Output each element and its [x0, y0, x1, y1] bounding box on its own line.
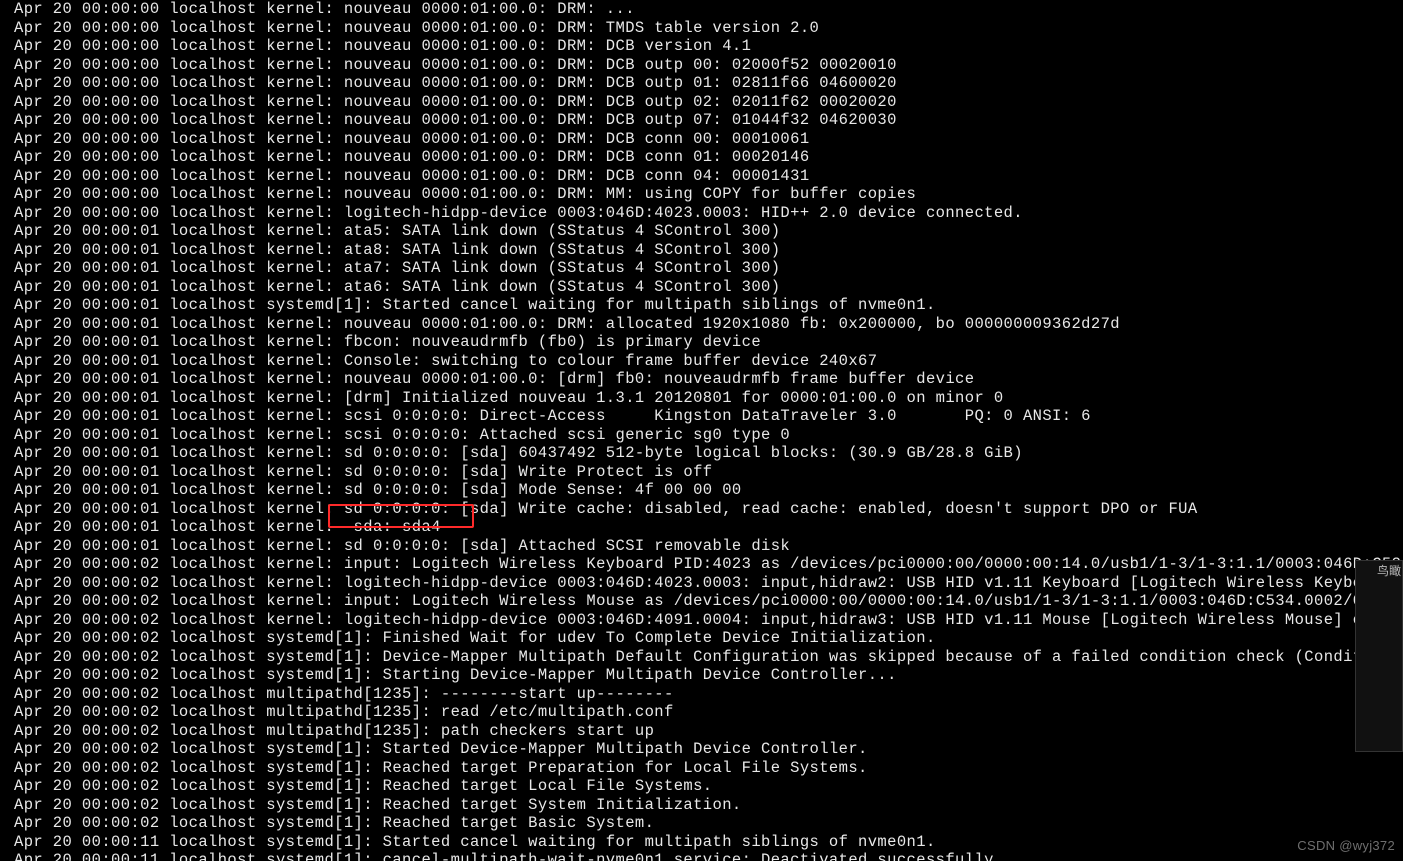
log-line: Apr 20 00:00:00 localhost kernel: nouvea…: [14, 185, 1403, 204]
log-line: Apr 20 00:00:01 localhost kernel: sda: s…: [14, 518, 1403, 537]
log-line: Apr 20 00:00:02 localhost systemd[1]: De…: [14, 648, 1403, 667]
log-line: Apr 20 00:00:02 localhost kernel: logite…: [14, 574, 1403, 593]
log-line: Apr 20 00:00:01 localhost kernel: [drm] …: [14, 389, 1403, 408]
log-line: Apr 20 00:00:01 localhost kernel: ata6: …: [14, 278, 1403, 297]
sidebar-thumbnail: [1355, 560, 1403, 752]
log-line: Apr 20 00:00:00 localhost kernel: nouvea…: [14, 0, 1403, 19]
log-line: Apr 20 00:00:00 localhost kernel: nouvea…: [14, 37, 1403, 56]
log-line: Apr 20 00:00:02 localhost kernel: input:…: [14, 592, 1403, 611]
log-line: Apr 20 00:00:02 localhost systemd[1]: Fi…: [14, 629, 1403, 648]
log-line: Apr 20 00:00:01 localhost kernel: sd 0:0…: [14, 537, 1403, 556]
log-line: Apr 20 00:00:00 localhost kernel: nouvea…: [14, 148, 1403, 167]
log-line: Apr 20 00:00:02 localhost kernel: logite…: [14, 611, 1403, 630]
log-line: Apr 20 00:00:01 localhost kernel: ata8: …: [14, 241, 1403, 260]
log-line: Apr 20 00:00:00 localhost kernel: logite…: [14, 204, 1403, 223]
log-line: Apr 20 00:00:00 localhost kernel: nouvea…: [14, 111, 1403, 130]
log-line: Apr 20 00:00:02 localhost systemd[1]: St…: [14, 740, 1403, 759]
log-line: Apr 20 00:00:00 localhost kernel: nouvea…: [14, 56, 1403, 75]
log-line: Apr 20 00:00:02 localhost systemd[1]: Re…: [14, 759, 1403, 778]
log-line: Apr 20 00:00:01 localhost kernel: ata7: …: [14, 259, 1403, 278]
log-line: Apr 20 00:00:02 localhost multipathd[123…: [14, 722, 1403, 741]
log-line: Apr 20 00:00:00 localhost kernel: nouvea…: [14, 130, 1403, 149]
log-line: Apr 20 00:00:01 localhost kernel: ata5: …: [14, 222, 1403, 241]
log-line: Apr 20 00:00:01 localhost kernel: Consol…: [14, 352, 1403, 371]
log-line: Apr 20 00:00:02 localhost kernel: input:…: [14, 555, 1403, 574]
log-line: Apr 20 00:00:01 localhost kernel: sd 0:0…: [14, 444, 1403, 463]
log-line: Apr 20 00:00:00 localhost kernel: nouvea…: [14, 93, 1403, 112]
log-line: Apr 20 00:00:00 localhost kernel: nouvea…: [14, 19, 1403, 38]
log-line: Apr 20 00:00:02 localhost systemd[1]: Re…: [14, 814, 1403, 833]
log-line: Apr 20 00:00:01 localhost kernel: fbcon:…: [14, 333, 1403, 352]
log-line: Apr 20 00:00:02 localhost systemd[1]: Re…: [14, 777, 1403, 796]
log-line: Apr 20 00:00:01 localhost kernel: sd 0:0…: [14, 463, 1403, 482]
log-line: Apr 20 00:00:02 localhost systemd[1]: Re…: [14, 796, 1403, 815]
log-line: Apr 20 00:00:00 localhost kernel: nouvea…: [14, 74, 1403, 93]
log-line: Apr 20 00:00:01 localhost kernel: scsi 0…: [14, 407, 1403, 426]
log-line: Apr 20 00:00:01 localhost kernel: sd 0:0…: [14, 481, 1403, 500]
log-line: Apr 20 00:00:00 localhost kernel: nouvea…: [14, 167, 1403, 186]
log-line: Apr 20 00:00:02 localhost multipathd[123…: [14, 685, 1403, 704]
boot-log-terminal: Apr 20 00:00:00 localhost kernel: nouvea…: [0, 0, 1403, 861]
log-line: Apr 20 00:00:02 localhost multipathd[123…: [14, 703, 1403, 722]
log-line: Apr 20 00:00:01 localhost systemd[1]: St…: [14, 296, 1403, 315]
log-line: Apr 20 00:00:01 localhost kernel: nouvea…: [14, 370, 1403, 389]
log-line: Apr 20 00:00:01 localhost kernel: scsi 0…: [14, 426, 1403, 445]
log-line: Apr 20 00:00:11 localhost systemd[1]: St…: [14, 833, 1403, 852]
log-line: Apr 20 00:00:02 localhost systemd[1]: St…: [14, 666, 1403, 685]
sidebar-label: 鸟瞰: [1377, 562, 1401, 579]
log-line: Apr 20 00:00:01 localhost kernel: sd 0:0…: [14, 500, 1403, 519]
log-line: Apr 20 00:00:01 localhost kernel: nouvea…: [14, 315, 1403, 334]
log-line: Apr 20 00:00:11 localhost systemd[1]: ca…: [14, 851, 1403, 861]
watermark-text: CSDN @wyj372: [1297, 838, 1395, 853]
